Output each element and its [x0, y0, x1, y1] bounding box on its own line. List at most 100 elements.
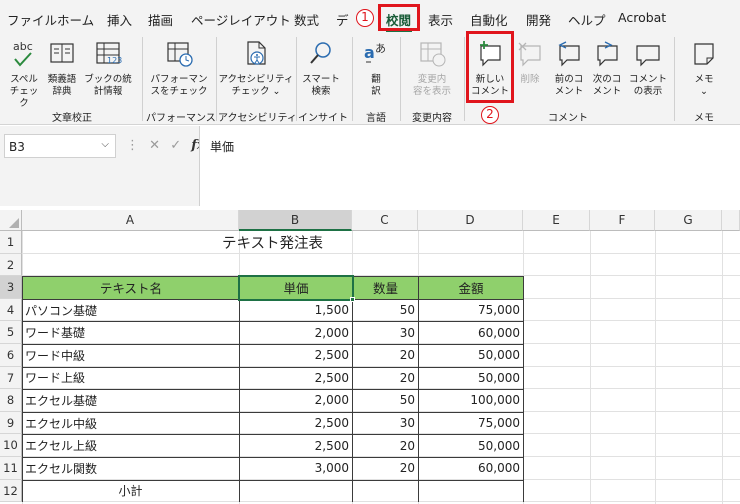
table-cell[interactable]: エクセル関数 [22, 457, 239, 480]
row-header-10[interactable]: 10 [0, 434, 22, 457]
table-cell[interactable]: 75,000 [418, 299, 523, 322]
next-comment-button[interactable]: 次のコ メント [590, 38, 624, 98]
table-cell[interactable]: ワード基礎 [22, 321, 239, 344]
svg-text:abc: abc [13, 40, 33, 53]
step-1-marker: 1 [356, 9, 374, 27]
row-header-11[interactable]: 11 [0, 457, 22, 480]
table-cell[interactable]: ワード中級 [22, 344, 239, 367]
formula-bar-controls: ⋮ ✕ ✓ fx [126, 138, 205, 153]
table-cell[interactable]: 50,000 [418, 344, 523, 367]
row-header-5[interactable]: 5 [0, 321, 22, 344]
table-cell[interactable]: 3,000 [239, 457, 352, 480]
chevron-down-icon[interactable]: ⌵ [101, 139, 109, 150]
table-cell[interactable]: 20 [352, 434, 418, 457]
table-cell[interactable]: 20 [352, 367, 418, 390]
row-header-3[interactable]: 3 [0, 276, 22, 299]
table-cell[interactable]: 20 [352, 344, 418, 367]
table-cell[interactable]: 2,500 [239, 434, 352, 457]
sheet-title[interactable]: テキスト発注表 [22, 231, 523, 254]
delete-comment-button[interactable]: 削除 [514, 38, 546, 86]
table-cell[interactable]: 50,000 [418, 367, 523, 390]
table-border [22, 321, 524, 323]
table-cell[interactable]: ワード上級 [22, 367, 239, 390]
table-cell[interactable]: 2,500 [239, 412, 352, 435]
tab-acrobat[interactable]: Acrobat [618, 10, 666, 25]
translate-button[interactable]: a あ 翻訳 [358, 38, 394, 98]
tab-data[interactable]: デ [336, 10, 349, 29]
tab-help[interactable]: ヘルプ [568, 10, 606, 29]
table-cell[interactable]: 75,000 [418, 412, 523, 435]
table-cell[interactable]: 2,500 [239, 367, 352, 390]
row-header-6[interactable]: 6 [0, 344, 22, 367]
name-box[interactable]: B3 ⌵ [4, 134, 116, 158]
table-header-cell[interactable]: 数量 [352, 276, 419, 300]
tab-file[interactable]: ファイル [7, 10, 57, 29]
table-header-cell[interactable]: 金額 [418, 276, 524, 300]
tab-automate[interactable]: 自動化 [470, 10, 508, 29]
group-separator [674, 37, 675, 121]
row-header-1[interactable]: 1 [0, 231, 22, 254]
tab-home[interactable]: ホーム [57, 10, 94, 29]
table-header-cell[interactable]: テキスト名 [22, 276, 240, 300]
check-accessibility-button[interactable]: アクセシビリティ チェック ⌄ [218, 38, 294, 98]
column-header-filler [722, 210, 740, 231]
notes-button[interactable]: メモ ⌄ [684, 38, 724, 98]
worksheet-grid[interactable]: A B C D E F G 1 2 3 4 5 6 7 8 9 10 11 12 テキスト発注表 テキスト名 単価 数量 金額… [0, 210, 740, 504]
table-cell[interactable]: 2,500 [239, 344, 352, 367]
table-cell[interactable]: 2,000 [239, 389, 352, 412]
column-header-c[interactable]: C [352, 210, 418, 231]
row-header-2[interactable]: 2 [0, 253, 22, 277]
row-header-9[interactable]: 9 [0, 411, 22, 435]
table-cell[interactable]: 50 [352, 299, 418, 322]
table-cell[interactable]: 50,000 [418, 434, 523, 457]
table-cell[interactable]: エクセル上級 [22, 434, 239, 457]
table-cell[interactable]: エクセル中級 [22, 412, 239, 435]
table-cell[interactable]: 60,000 [418, 457, 523, 480]
cancel-icon[interactable]: ✕ [149, 138, 160, 153]
check-performance-button[interactable]: パフォーマン スをチェック [148, 38, 210, 98]
formula-input[interactable]: 単価 [199, 126, 740, 206]
tab-insert[interactable]: 挿入 [107, 10, 132, 29]
column-header-a[interactable]: A [22, 210, 239, 231]
thesaurus-button[interactable]: 類義語 辞典 [44, 38, 80, 98]
ribbon-review: abc スペル チェック 類義語 辞典 123 ブックの統 計情報 文章校正 パ… [0, 31, 740, 125]
tab-formulas[interactable]: 数式 [294, 10, 319, 29]
row-header-8[interactable]: 8 [0, 389, 22, 412]
row-header-4[interactable]: 4 [0, 298, 22, 322]
previous-comment-button[interactable]: 前のコ メント [552, 38, 586, 98]
gridline [590, 231, 591, 504]
show-changes-button[interactable]: 変更内 容を表示 [404, 38, 460, 98]
tab-developer[interactable]: 開発 [526, 10, 551, 29]
workbook-statistics-button[interactable]: 123 ブックの統 計情報 [80, 38, 136, 98]
table-cell[interactable]: 100,000 [418, 389, 523, 412]
subtotal-label[interactable]: 小計 [22, 480, 239, 503]
column-header-g[interactable]: G [655, 210, 722, 231]
tab-draw[interactable]: 描画 [148, 10, 173, 29]
column-header-d[interactable]: D [418, 210, 523, 231]
table-cell[interactable]: エクセル基礎 [22, 389, 239, 412]
spellcheck-button[interactable]: abc スペル チェック [6, 38, 42, 110]
tab-view[interactable]: 表示 [428, 10, 453, 29]
table-cell[interactable]: パソコン基礎 [22, 299, 239, 322]
column-header-f[interactable]: F [590, 210, 655, 231]
enter-icon[interactable]: ✓ [170, 138, 181, 153]
table-cell[interactable]: 50 [352, 389, 418, 412]
table-border [22, 479, 524, 481]
smart-lookup-button[interactable]: スマート 検索 [300, 38, 342, 98]
table-cell[interactable]: 60,000 [418, 321, 523, 344]
table-cell[interactable]: 30 [352, 321, 418, 344]
select-all-button[interactable] [0, 210, 22, 231]
tab-page-layout[interactable]: ページレイアウト [191, 10, 291, 29]
fill-handle[interactable] [350, 296, 355, 302]
gridline [655, 231, 656, 504]
group-separator [296, 37, 297, 121]
table-cell[interactable]: 2,000 [239, 321, 352, 344]
table-cell[interactable]: 1,500 [239, 299, 352, 322]
column-header-b[interactable]: B [239, 210, 352, 231]
show-comments-button[interactable]: コメント の表示 [628, 38, 668, 98]
row-header-12[interactable]: 12 [0, 479, 22, 503]
table-cell[interactable]: 30 [352, 412, 418, 435]
column-header-e[interactable]: E [523, 210, 590, 231]
row-header-7[interactable]: 7 [0, 366, 22, 390]
table-cell[interactable]: 20 [352, 457, 418, 480]
